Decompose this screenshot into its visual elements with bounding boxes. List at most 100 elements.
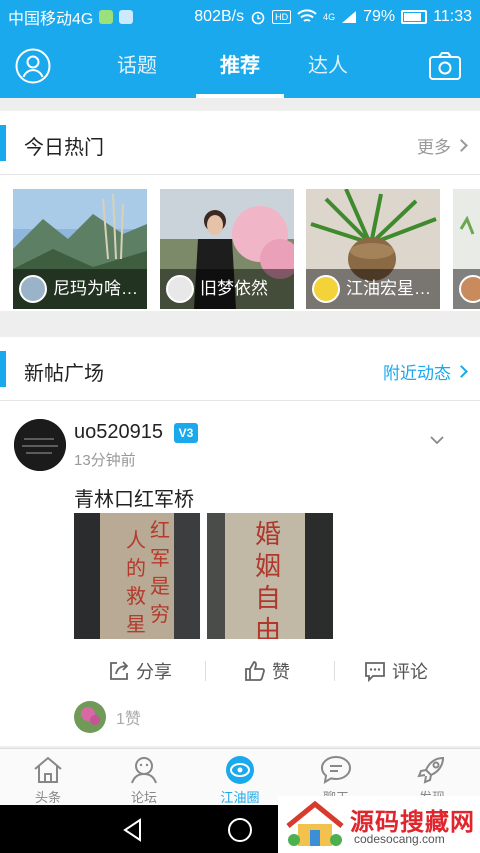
likes-row[interactable]: 1赞 <box>74 701 141 733</box>
user-avatar <box>166 275 194 303</box>
hot-today-header: 今日热门 更多 <box>0 111 480 175</box>
svg-text:是: 是 <box>150 574 170 598</box>
tab-recommended[interactable]: 推荐 <box>200 34 280 98</box>
new-posts-header: 新帖广场 附近动态 <box>0 337 480 401</box>
svg-text:星: 星 <box>126 612 146 636</box>
svg-text:的: 的 <box>126 556 146 580</box>
avatar[interactable] <box>14 419 66 471</box>
comment-label: 评论 <box>392 662 428 682</box>
thumbs-up-icon <box>245 661 265 681</box>
camera-icon[interactable] <box>428 51 462 81</box>
top-nav: 话题 推荐 达人 <box>0 34 480 98</box>
signal-icon <box>342 11 357 23</box>
network-type: 4G <box>323 12 336 22</box>
more-label: 更多 <box>417 138 451 157</box>
rocket-icon <box>417 756 445 784</box>
post-actions: 分享 赞 评论 <box>0 649 480 693</box>
new-posts-section: 新帖广场 附近动态 uo520915 V3 13分钟前 青林口红军桥 人 的 救 <box>0 337 480 746</box>
svg-text:婚: 婚 <box>255 520 281 550</box>
new-posts-title: 新帖广场 <box>24 363 104 385</box>
svg-text:军: 军 <box>150 546 170 570</box>
post-username[interactable]: uo520915 <box>74 421 163 444</box>
liker-avatar[interactable] <box>74 701 106 733</box>
post-card[interactable]: uo520915 V3 13分钟前 青林口红军桥 人 的 救 星 红 军 是 穷 <box>0 401 480 746</box>
hd-indicator: HD <box>272 10 292 24</box>
nav-label: 头条 <box>34 790 61 805</box>
watermark-house-logo <box>286 800 344 846</box>
like-count: 1赞 <box>116 711 141 728</box>
watermark: 源码搜藏网 codesocang.com <box>278 796 480 853</box>
svg-text:由: 由 <box>255 616 281 639</box>
flower-avatar-image <box>74 701 106 733</box>
divider <box>334 661 335 681</box>
post-text: 青林口红军桥 <box>74 489 194 511</box>
nearby-label: 附近动态 <box>383 364 451 383</box>
nav-label: 江油圈 <box>220 790 260 805</box>
nav-headlines[interactable]: 头条 <box>0 749 96 806</box>
chat-icon <box>320 755 352 784</box>
post-time: 13分钟前 <box>74 452 136 469</box>
hot-card-name: 旧梦依然 <box>200 279 268 298</box>
notification-bird-icon <box>119 10 134 24</box>
share-button[interactable]: 分享 <box>108 649 172 693</box>
svg-text:穷: 穷 <box>150 602 170 626</box>
back-icon[interactable] <box>120 817 146 843</box>
clock: 11:33 <box>433 8 472 25</box>
wifi-icon <box>297 9 317 22</box>
comment-button[interactable]: 评论 <box>364 649 428 693</box>
section-accent-bar <box>0 351 6 387</box>
tab-experts[interactable]: 达人 <box>288 34 368 98</box>
chevron-down-icon[interactable] <box>430 433 444 447</box>
post-image-1[interactable]: 人 的 救 星 红 军 是 穷 <box>74 513 200 639</box>
post-image-2[interactable]: 婚 姻 自 由 <box>207 513 333 639</box>
user-avatar <box>312 275 340 303</box>
nearby-link[interactable]: 附近动态 <box>383 359 468 384</box>
hot-today-title: 今日热门 <box>24 137 104 159</box>
carrier-label: 中国移动4G <box>8 11 94 28</box>
profile-icon[interactable] <box>15 48 51 84</box>
like-button[interactable]: 赞 <box>244 649 290 693</box>
hot-today-section: 今日热门 更多 尼玛为啥… 旧梦依然 江油宏星… <box>0 111 480 311</box>
svg-text:人: 人 <box>126 528 146 552</box>
chevron-right-icon <box>455 139 468 152</box>
svg-text:姻: 姻 <box>255 552 281 582</box>
hot-card-1[interactable]: 尼玛为啥… <box>13 189 147 309</box>
nav-forum[interactable]: 论坛 <box>96 749 192 806</box>
hot-card-4[interactable] <box>453 189 480 309</box>
tab-topics[interactable]: 话题 <box>97 34 177 98</box>
share-icon <box>110 661 129 680</box>
share-label: 分享 <box>136 662 172 682</box>
comment-icon <box>365 662 385 682</box>
level-badge: V3 <box>174 423 198 443</box>
status-bar: 中国移动4G 802B/s HD 4G 79% 11:33 <box>0 0 480 34</box>
hot-card-3[interactable]: 江油宏星… <box>306 189 440 309</box>
alarm-icon <box>251 11 265 25</box>
user-avatar <box>19 275 47 303</box>
stone-tablet-photo: 人 的 救 星 红 军 是 穷 <box>74 513 200 639</box>
section-accent-bar <box>0 125 6 161</box>
stone-tablet-photo: 婚 姻 自 由 <box>207 513 333 639</box>
hot-card-name: 尼玛为啥… <box>53 279 138 298</box>
avatar-image <box>14 419 66 471</box>
nav-label: 论坛 <box>130 790 157 805</box>
notification-app-icon <box>99 10 114 24</box>
network-speed: 802B/s <box>194 8 245 25</box>
hot-card-2[interactable]: 旧梦依然 <box>160 189 294 309</box>
chevron-right-icon <box>455 365 468 378</box>
circle-eye-icon <box>226 756 254 784</box>
home-circle-icon[interactable] <box>227 817 253 843</box>
divider <box>205 661 206 681</box>
like-label: 赞 <box>272 662 290 682</box>
more-link[interactable]: 更多 <box>417 133 468 158</box>
hot-carousel[interactable]: 尼玛为啥… 旧梦依然 江油宏星… <box>0 175 480 309</box>
svg-text:救: 救 <box>126 584 146 608</box>
home-icon <box>34 756 62 783</box>
battery-icon <box>401 10 428 24</box>
nav-jiangyou-circle[interactable]: 江油圈 <box>192 749 288 806</box>
watermark-subtitle: codesocang.com <box>354 832 445 846</box>
battery-percent: 79% <box>363 8 396 25</box>
active-tab-indicator <box>196 94 284 98</box>
hot-card-name: 江油宏星… <box>346 279 431 298</box>
svg-text:红: 红 <box>150 518 170 542</box>
user-avatar <box>459 275 480 303</box>
